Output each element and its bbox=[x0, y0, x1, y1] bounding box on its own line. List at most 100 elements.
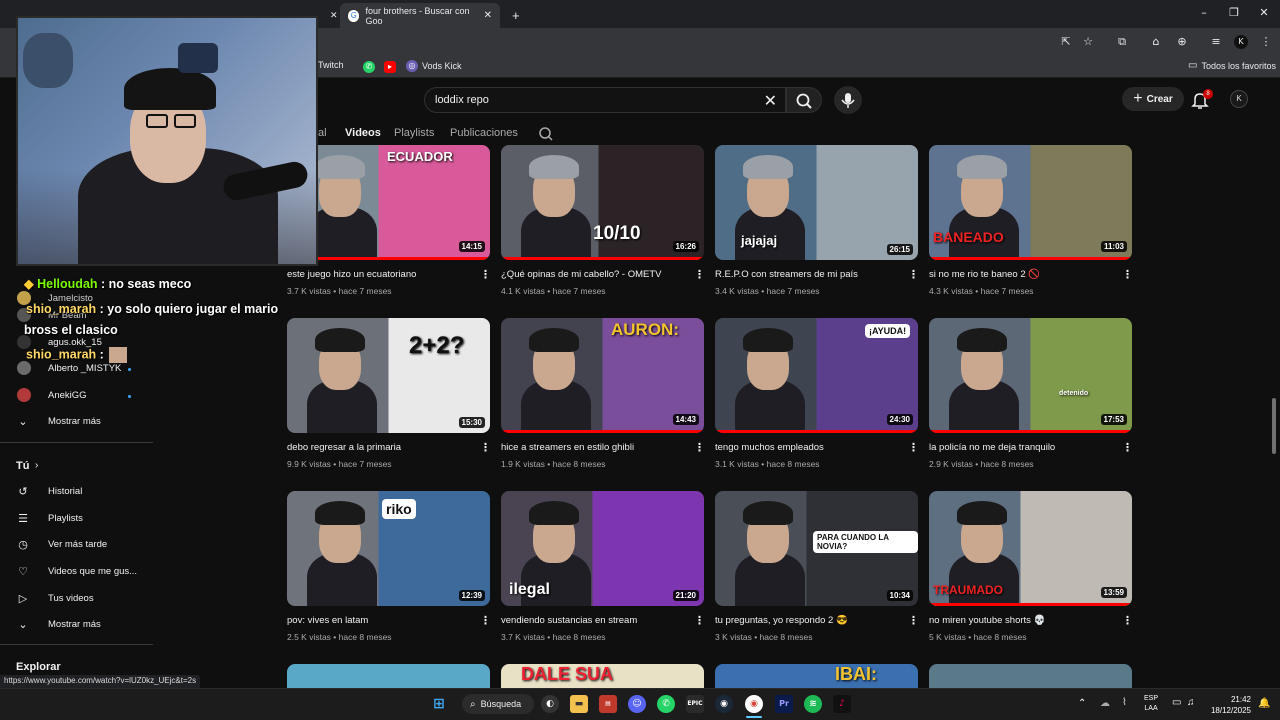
video-thumbnail[interactable]: DALE SUA bbox=[501, 664, 704, 688]
tab-videos[interactable]: Videos bbox=[345, 127, 381, 139]
video-title[interactable]: ¿Qué opinas de mi cabello? - OMETV bbox=[501, 269, 662, 280]
sidebar-show-more-2[interactable]: ⌄ Mostrar más bbox=[0, 614, 160, 636]
discord-icon[interactable]: ☺ bbox=[628, 695, 646, 713]
whatsapp-icon[interactable]: ✆ bbox=[363, 61, 375, 73]
video-menu-icon[interactable]: ⋮ bbox=[480, 614, 491, 627]
voice-search-button[interactable] bbox=[834, 86, 862, 114]
maximize-icon[interactable]: ❐ bbox=[1227, 6, 1241, 20]
tab-inicio[interactable]: al bbox=[318, 127, 327, 139]
video-thumbnail[interactable]: AURON: 14:43 bbox=[501, 318, 704, 433]
sidebar-item-historial[interactable]: ↺ Historial bbox=[0, 481, 160, 503]
video-menu-icon[interactable]: ⋮ bbox=[480, 441, 491, 454]
file-explorer-icon[interactable]: ▬ bbox=[570, 695, 588, 713]
youtube-icon[interactable]: ▸ bbox=[384, 61, 396, 73]
video-title[interactable]: este juego hizo un ecuatoriano bbox=[287, 269, 416, 280]
video-menu-icon[interactable]: ⋮ bbox=[908, 441, 919, 454]
video-title[interactable]: pov: vives en latam bbox=[287, 615, 368, 626]
video-menu-icon[interactable]: ⋮ bbox=[480, 268, 491, 281]
clock[interactable]: 21:42 18/12/2025 bbox=[1207, 694, 1251, 716]
video-thumbnail[interactable]: 2+2? 15:30 bbox=[287, 318, 490, 433]
video-title[interactable]: hice a streamers en estilo ghibli bbox=[501, 442, 634, 453]
news-app-icon[interactable]: ▤ bbox=[599, 695, 617, 713]
windows-start-icon[interactable]: ⊞ bbox=[430, 695, 448, 713]
tab-search-icon[interactable]: ⌂ bbox=[1149, 35, 1163, 49]
epic-games-icon[interactable]: EPIC bbox=[686, 695, 704, 713]
video-menu-icon[interactable]: ⋮ bbox=[694, 441, 705, 454]
video-thumbnail[interactable]: 10/10 16:26 bbox=[501, 145, 704, 260]
video-thumbnail[interactable]: PARA CUANDO LA NOVIA? 10:34 bbox=[715, 491, 918, 606]
whatsapp-icon[interactable]: ✆ bbox=[657, 695, 675, 713]
steam-icon[interactable]: ◉ bbox=[715, 695, 733, 713]
video-thumbnail[interactable] bbox=[929, 664, 1132, 688]
chrome-icon[interactable]: ◉ bbox=[745, 695, 763, 713]
language-indicator[interactable]: ESP LAA bbox=[1144, 694, 1158, 714]
network-icon[interactable]: ▭ bbox=[1172, 697, 1181, 708]
create-button[interactable]: + Crear bbox=[1122, 87, 1184, 111]
mic-tray-icon[interactable]: ⌇ bbox=[1122, 697, 1127, 708]
new-tab-button[interactable]: + bbox=[504, 3, 528, 28]
video-title[interactable]: la policía no me deja tranquilo bbox=[929, 442, 1055, 453]
bookmark-star-icon[interactable]: ☆ bbox=[1081, 35, 1095, 49]
search-button[interactable] bbox=[786, 87, 822, 113]
media-controls-icon[interactable]: ≡ bbox=[1209, 35, 1223, 49]
video-menu-icon[interactable]: ⋮ bbox=[1122, 441, 1133, 454]
sidebar-show-more[interactable]: ⌄ Mostrar más bbox=[0, 411, 160, 433]
install-app-icon[interactable]: ⇱ bbox=[1059, 35, 1073, 49]
browser-tab-active[interactable]: G four brothers - Buscar con Goo ✕ bbox=[340, 3, 500, 28]
close-tab-icon[interactable]: ✕ bbox=[322, 3, 346, 28]
video-thumbnail[interactable]: jajajaj 26:15 bbox=[715, 145, 918, 260]
video-title[interactable]: no miren youtube shorts 💀 bbox=[929, 615, 1045, 626]
video-thumbnail[interactable]: ilegal 21:20 bbox=[501, 491, 704, 606]
close-window-icon[interactable]: ✕ bbox=[1257, 6, 1271, 20]
sidebar-item-playlists[interactable]: ☰ Playlists bbox=[0, 508, 160, 530]
tray-overflow-icon[interactable]: ⌃ bbox=[1078, 698, 1086, 709]
channel-search-icon[interactable] bbox=[538, 126, 554, 142]
account-avatar[interactable]: K bbox=[1230, 90, 1248, 108]
spotify-icon[interactable]: ≋ bbox=[804, 695, 822, 713]
extensions-icon[interactable]: ⧉ bbox=[1115, 35, 1129, 49]
notification-bell-icon[interactable]: 🔔 bbox=[1258, 698, 1270, 709]
video-menu-icon[interactable]: ⋮ bbox=[694, 268, 705, 281]
tab-playlists[interactable]: Playlists bbox=[394, 127, 434, 139]
video-thumbnail[interactable] bbox=[287, 664, 490, 688]
search-input[interactable]: loddix repo ✕ bbox=[424, 87, 786, 113]
video-thumbnail[interactable]: TRAUMADO 13:59 bbox=[929, 491, 1132, 606]
video-title[interactable]: tengo muchos empleados bbox=[715, 442, 824, 453]
volume-icon[interactable]: ♫ bbox=[1187, 697, 1195, 708]
scrollbar-thumb[interactable] bbox=[1272, 398, 1276, 454]
menu-kebab-icon[interactable]: ⋮ bbox=[1259, 35, 1273, 49]
close-tab-icon[interactable]: ✕ bbox=[484, 10, 492, 21]
profile-avatar-icon[interactable]: K bbox=[1234, 35, 1248, 49]
video-menu-icon[interactable]: ⋮ bbox=[1122, 268, 1133, 281]
video-title[interactable]: si no me rio te baneo 2 🚫 bbox=[929, 269, 1040, 280]
all-favorites[interactable]: ▭ Todos los favoritos bbox=[1188, 60, 1276, 71]
video-thumbnail[interactable]: riko 12:39 bbox=[287, 491, 490, 606]
clear-search-icon[interactable]: ✕ bbox=[764, 91, 777, 110]
video-title[interactable]: vendiendo sustancias en stream bbox=[501, 615, 637, 626]
video-title[interactable]: R.E.P.O con streamers de mi país bbox=[715, 269, 858, 280]
profile-switch-icon[interactable]: ⊕ bbox=[1175, 35, 1189, 49]
video-thumbnail[interactable]: ¡AYUDA! 24:30 bbox=[715, 318, 918, 433]
sidebar-item-liked[interactable]: ♡ Videos que me gus... bbox=[0, 561, 160, 583]
taskbar-search[interactable]: ⌕ Búsqueda bbox=[462, 694, 534, 714]
bookmark-vods-kick[interactable]: ◎ Vods Kick bbox=[406, 60, 462, 72]
video-thumbnail[interactable]: IBAI: bbox=[715, 664, 918, 688]
video-title[interactable]: debo regresar a la primaria bbox=[287, 442, 401, 453]
premiere-icon[interactable]: Pr bbox=[775, 695, 793, 713]
sidebar-item-ver-mas-tarde[interactable]: ◷ Ver más tarde bbox=[0, 534, 160, 556]
video-menu-icon[interactable]: ⋮ bbox=[694, 614, 705, 627]
bookmark-twitch[interactable]: Twitch bbox=[318, 60, 344, 70]
widgets-icon[interactable]: ◐ bbox=[541, 695, 559, 713]
minimize-icon[interactable]: – bbox=[1197, 6, 1211, 20]
tab-publicaciones[interactable]: Publicaciones bbox=[450, 127, 518, 139]
sidebar-sub-anekigg[interactable]: AnekiGG bbox=[0, 385, 160, 407]
video-thumbnail[interactable]: detenido 17:53 bbox=[929, 318, 1132, 433]
video-thumbnail[interactable]: BANEADO 11:03 bbox=[929, 145, 1132, 260]
sidebar-you-header[interactable]: Tú › bbox=[0, 455, 160, 477]
video-menu-icon[interactable]: ⋮ bbox=[908, 268, 919, 281]
video-menu-icon[interactable]: ⋮ bbox=[908, 614, 919, 627]
sidebar-item-tus-videos[interactable]: ▷ Tus videos bbox=[0, 588, 160, 610]
onedrive-icon[interactable]: ☁ bbox=[1100, 698, 1110, 709]
tiktok-icon[interactable]: ♪ bbox=[833, 695, 851, 713]
video-menu-icon[interactable]: ⋮ bbox=[1122, 614, 1133, 627]
